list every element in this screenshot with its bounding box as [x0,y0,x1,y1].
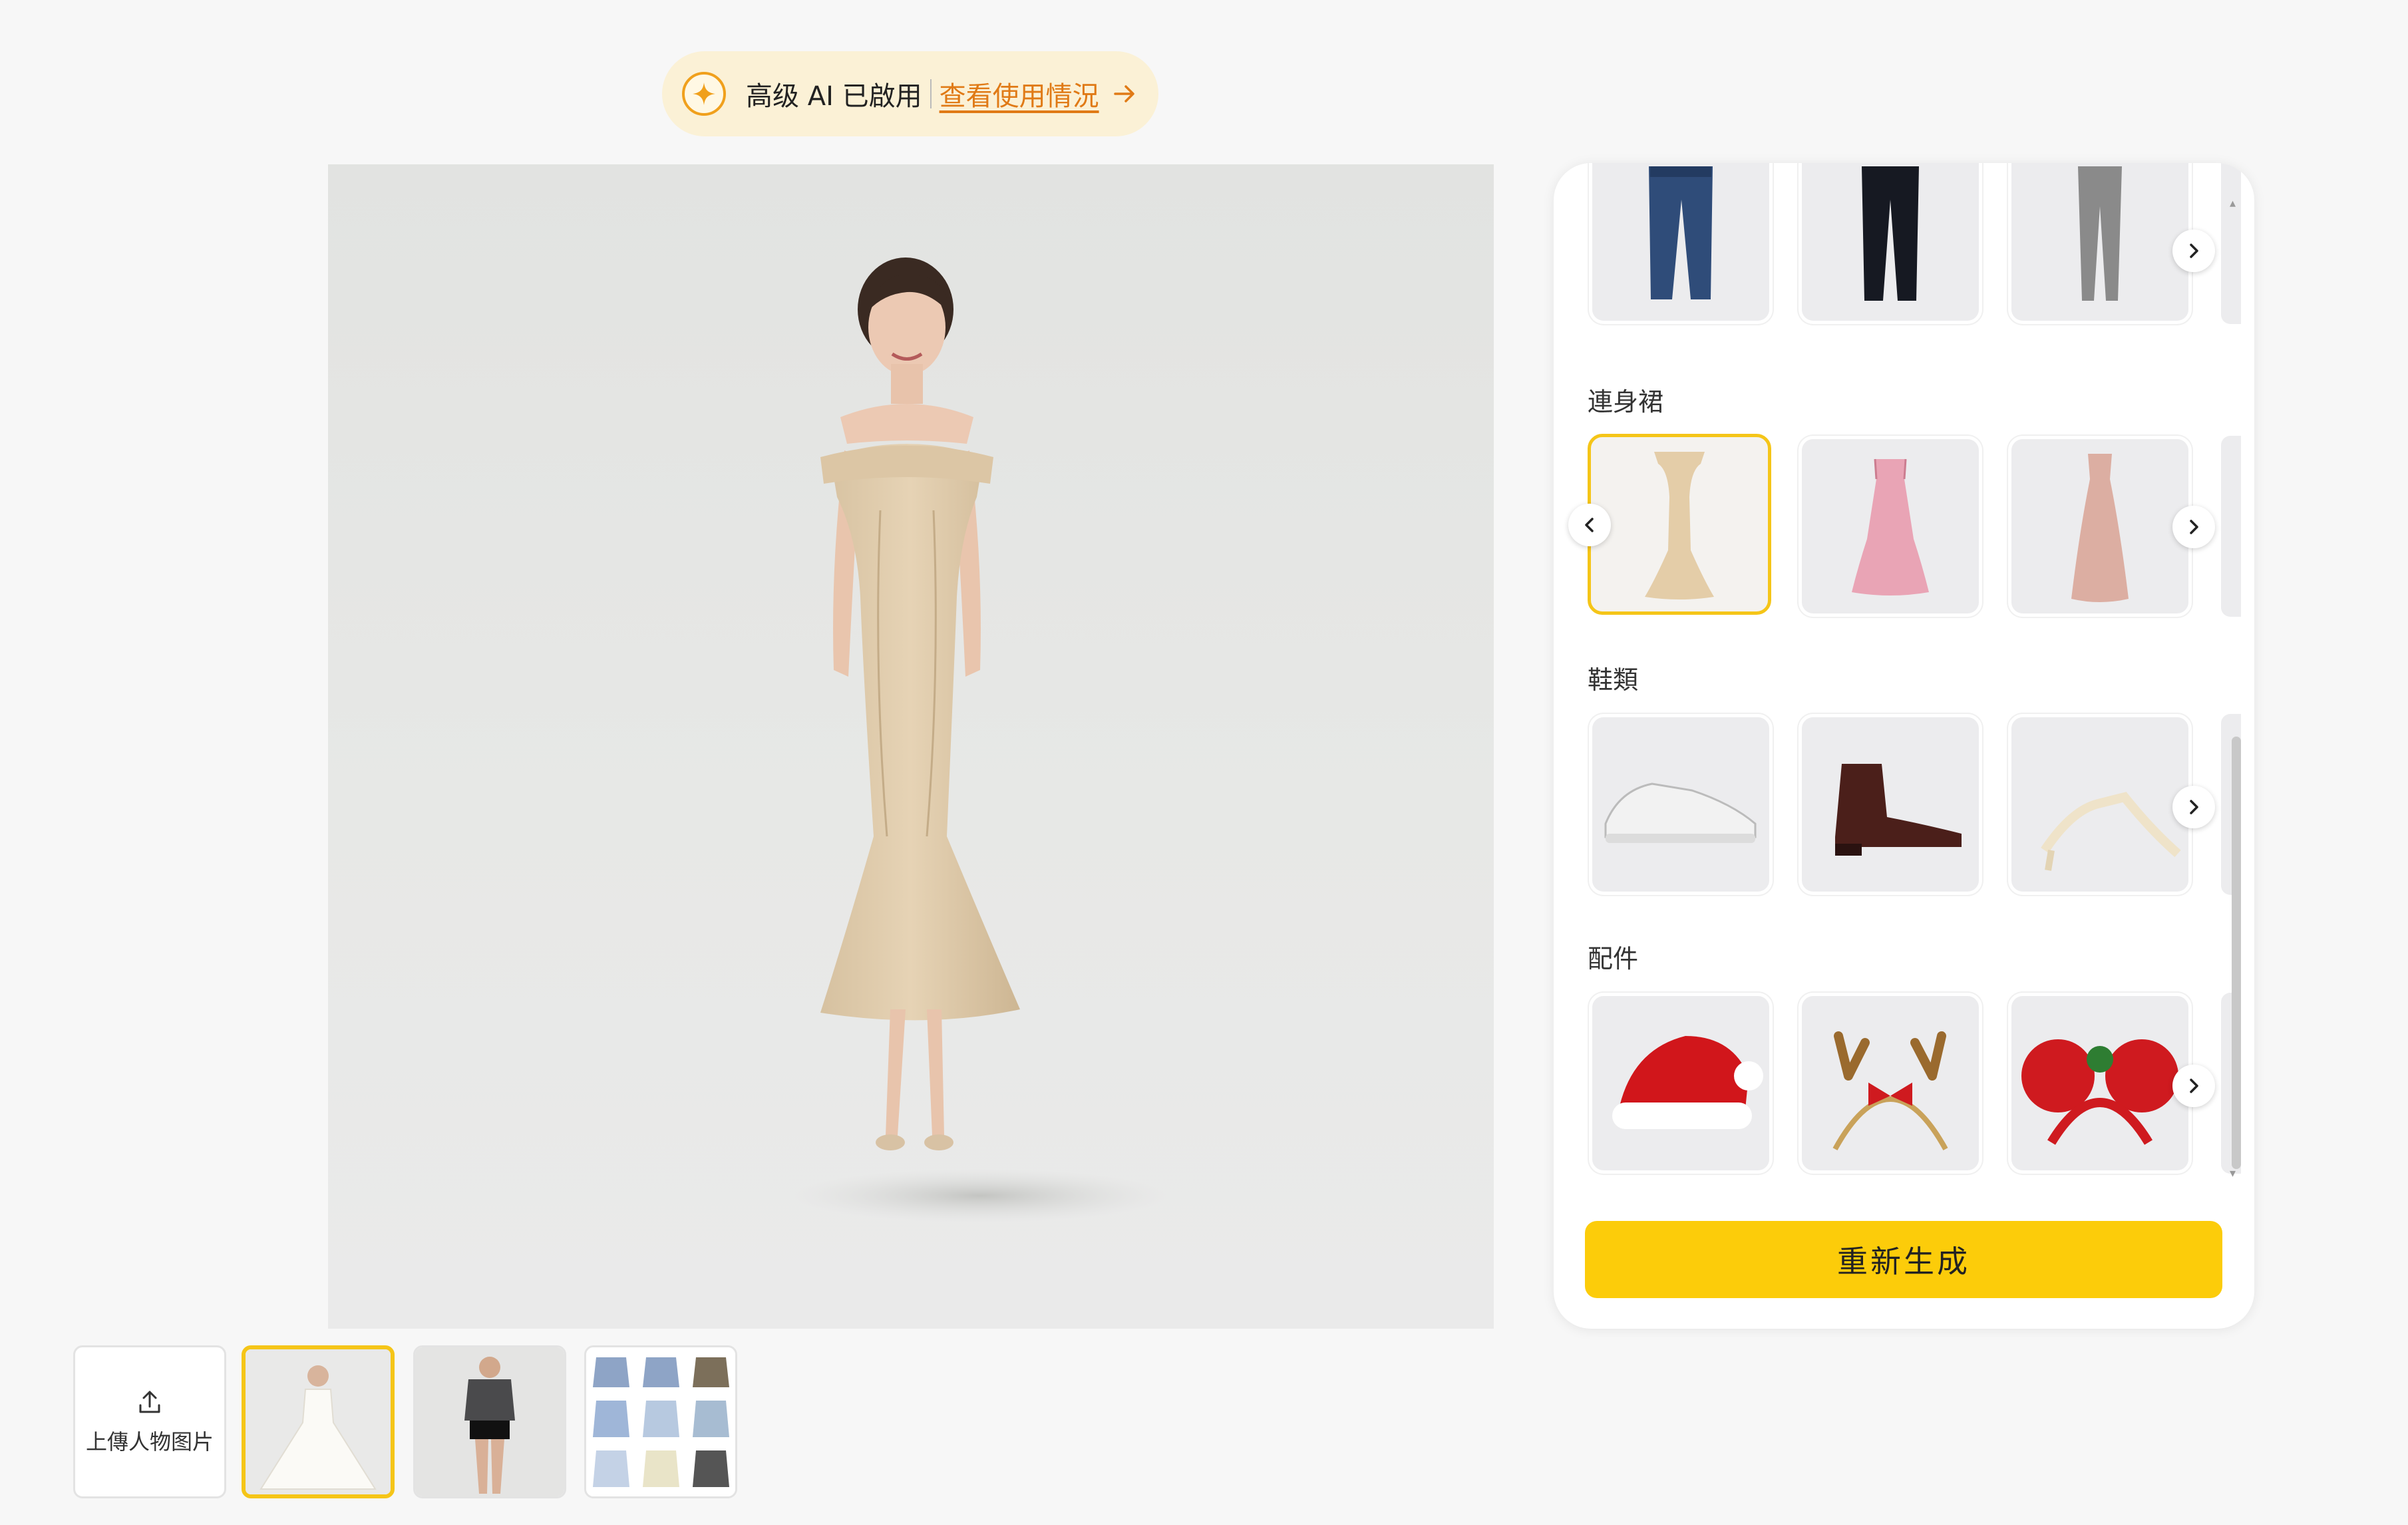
pants-item-black-trousers[interactable] [1799,163,1982,324]
view-usage-link[interactable]: 查看使用情況 [940,75,1099,113]
accessory-item-reindeer-headband[interactable] [1799,993,1982,1174]
ai-status-text: 高级 AI 已啟用 [746,81,922,112]
pants-next-item-peek [2221,163,2241,324]
dresses-next-button[interactable] [2172,506,2215,548]
chevron-right-icon [2190,800,2198,814]
outfit-collage-thumbnail[interactable] [584,1345,737,1498]
accessories-next-button[interactable] [2172,1065,2215,1107]
model-figure [794,257,1166,1222]
generated-result-image [328,164,1494,1329]
scroll-down-arrow[interactable]: ▾ [2230,1166,2236,1180]
shoes-next-button[interactable] [2172,786,2215,828]
regenerate-button[interactable]: 重新生成 [1585,1221,2222,1298]
chevron-right-icon [2190,244,2198,258]
dress-item-satin-slip[interactable] [2008,436,2192,617]
arrow-right-icon[interactable] [1111,81,1138,107]
person-thumbnail-bride[interactable] [242,1345,395,1498]
category-label-dresses: 連身裙 [1588,387,1664,417]
chevron-right-icon [2190,1079,2198,1093]
person-thumbnail-casual[interactable] [413,1345,566,1498]
ai-status-banner: 高级 AI 已啟用 查看使用情況 [662,51,1158,136]
upload-label: 上傳人物图片 [85,1429,214,1454]
sparkle-icon [682,72,726,116]
dresses-next-item-peek [2221,436,2241,617]
upload-icon [139,1391,160,1413]
accessory-item-mouse-ears-headband[interactable] [2008,993,2192,1174]
chevron-right-icon [2190,520,2198,534]
category-label-accessories: 配件 [1588,944,1639,973]
shoe-item-strappy-heel[interactable] [2008,714,2192,895]
dresses-prev-button[interactable] [1568,504,1611,546]
pants-item-grey-leggings[interactable] [2008,163,2192,324]
accessory-item-santa-hat[interactable] [1589,993,1773,1174]
pants-next-button[interactable] [2172,230,2215,272]
divider [930,79,932,108]
shoe-item-white-sneaker[interactable] [1589,714,1773,895]
pants-item-jeans[interactable] [1589,163,1773,324]
shoe-item-chelsea-boot[interactable] [1799,714,1982,895]
outfit-selection-panel: 連身裙 鞋類 配件 ▴ ▾ 重新生成 [1554,163,2254,1329]
dress-item-beige-offshoulder[interactable] [1588,434,1771,615]
category-label-shoes: 鞋類 [1588,665,1639,695]
dress-item-pink-slip[interactable] [1799,436,1982,617]
panel-scrollbar[interactable] [2232,737,2241,1169]
upload-person-image-button[interactable]: 上傳人物图片 [73,1345,226,1498]
scroll-up-arrow[interactable]: ▴ [2230,196,2236,210]
chevron-left-icon [1585,518,1594,532]
